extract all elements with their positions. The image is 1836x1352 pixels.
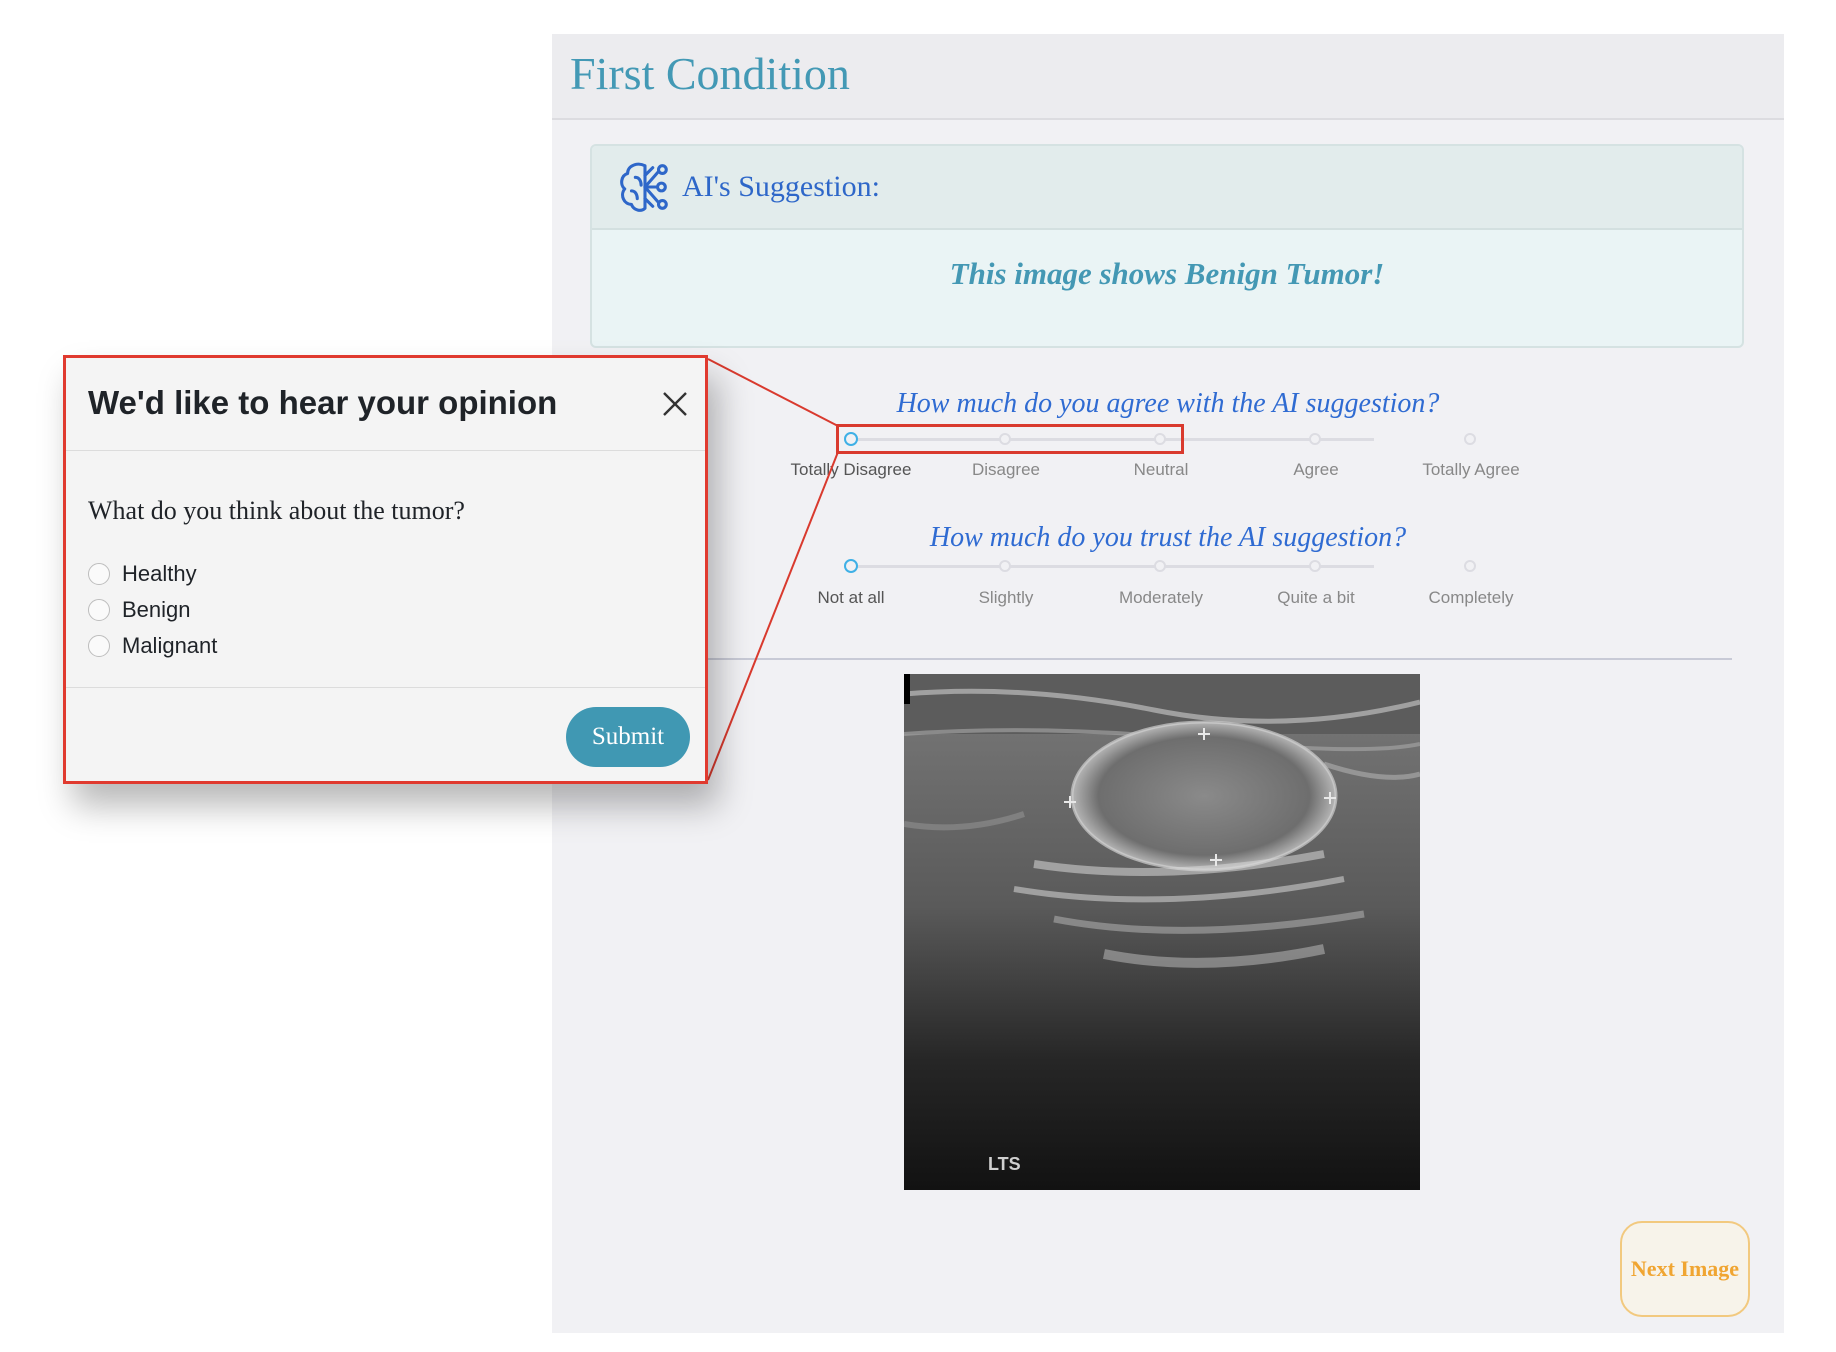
experiment-panel: First Condition AI's Suggestion: This im…: [552, 34, 1784, 1333]
option-label: Benign: [122, 597, 191, 622]
trust-option-label[interactable]: Moderately: [1091, 584, 1231, 611]
radio-button[interactable]: [88, 599, 110, 621]
option-benign[interactable]: Benign: [88, 597, 191, 623]
ultrasound-image: LTS: [904, 674, 1420, 1190]
next-image-button[interactable]: Next Image: [1620, 1221, 1750, 1317]
trust-scale-track: [850, 565, 1374, 568]
section-divider: [682, 658, 1732, 660]
agree-option-label[interactable]: Neutral: [1091, 456, 1231, 483]
opinion-modal: We'd like to hear your opinion What do y…: [63, 355, 708, 784]
radio-button[interactable]: [88, 635, 110, 657]
modal-question: What do you think about the tumor?: [88, 496, 465, 525]
option-malignant[interactable]: Malignant: [88, 633, 217, 659]
ai-suggestion-card: AI's Suggestion: This image shows Benign…: [590, 144, 1744, 348]
page-title: First Condition: [570, 48, 850, 99]
trust-option-label[interactable]: Not at all: [781, 584, 921, 611]
trust-option-slightly-dot[interactable]: [999, 560, 1011, 572]
trust-option-label[interactable]: Quite a bit: [1246, 584, 1386, 611]
trust-option-label[interactable]: Completely: [1401, 584, 1541, 611]
agree-option-totally-agree-dot[interactable]: [1464, 433, 1476, 445]
trust-question: How much do you trust the AI suggestion?: [929, 522, 1407, 553]
option-healthy[interactable]: Healthy: [88, 561, 197, 587]
agree-option-label[interactable]: Totally Agree: [1421, 456, 1521, 483]
submit-button[interactable]: Submit: [566, 707, 690, 767]
option-label: Malignant: [122, 633, 218, 658]
agree-option-agree-dot[interactable]: [1309, 433, 1321, 445]
ai-suggestion-text: This image shows Benign Tumor!: [949, 256, 1385, 291]
trust-option-not-at-all-dot[interactable]: [844, 559, 858, 573]
brain-circuit-icon: [620, 162, 668, 212]
close-icon[interactable]: [662, 391, 688, 417]
image-label: LTS: [988, 1154, 1021, 1174]
agree-question: How much do you agree with the AI sugges…: [896, 388, 1440, 419]
page-header: First Condition: [552, 34, 1784, 120]
option-label: Healthy: [122, 561, 197, 586]
trust-option-completely-dot[interactable]: [1464, 560, 1476, 572]
radio-button[interactable]: [88, 563, 110, 585]
ai-suggestion-header: AI's Suggestion:: [592, 146, 1742, 230]
agree-option-label[interactable]: Agree: [1246, 456, 1386, 483]
ai-suggestion-heading: AI's Suggestion:: [682, 170, 880, 203]
trust-option-label[interactable]: Slightly: [936, 584, 1076, 611]
zoom-highlight-box: [836, 424, 1184, 454]
agree-option-label[interactable]: Disagree: [936, 456, 1076, 483]
modal-header: We'd like to hear your opinion: [66, 358, 705, 451]
trust-option-quite-a-bit-dot[interactable]: [1309, 560, 1321, 572]
modal-footer-divider: [66, 687, 705, 688]
modal-title: We'd like to hear your opinion: [88, 384, 558, 421]
trust-option-moderately-dot[interactable]: [1154, 560, 1166, 572]
agree-option-label[interactable]: Totally Disagree: [781, 456, 921, 483]
